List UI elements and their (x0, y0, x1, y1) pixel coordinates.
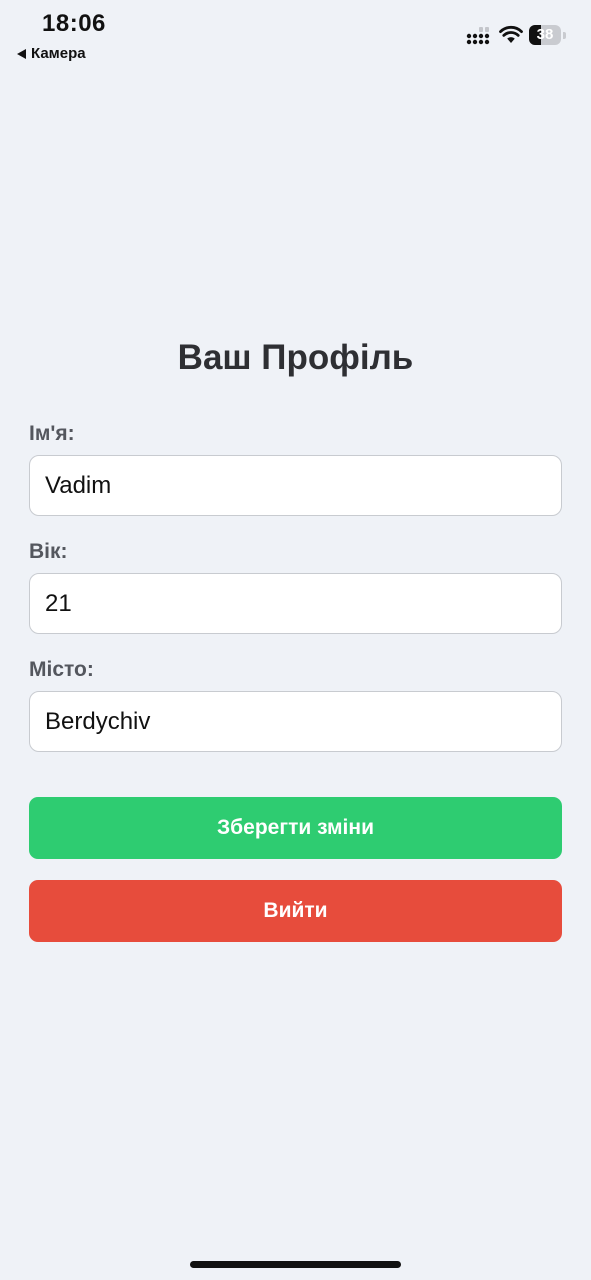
back-arrow-icon (17, 48, 26, 59)
city-label: Місто: (29, 658, 94, 681)
back-link-label: Камера (31, 45, 86, 62)
back-to-camera-link[interactable]: Камера (17, 45, 86, 62)
logout-button[interactable]: Вийти (29, 880, 562, 942)
save-changes-button[interactable]: Зберегти зміни (29, 797, 562, 859)
battery-icon: 38 (529, 25, 567, 45)
city-input[interactable] (29, 691, 562, 752)
cellular-signal-icon (466, 27, 490, 45)
age-input[interactable] (29, 573, 562, 634)
status-bar: 18:06 Камера 38 (0, 0, 591, 70)
age-label: Вік: (29, 540, 68, 563)
battery-level: 38 (536, 26, 554, 43)
wifi-icon (499, 25, 523, 43)
home-indicator[interactable] (190, 1261, 401, 1268)
name-input[interactable] (29, 455, 562, 516)
name-label: Ім'я: (29, 422, 75, 445)
page-title: Ваш Профіль (177, 338, 414, 377)
status-time: 18:06 (42, 10, 106, 37)
